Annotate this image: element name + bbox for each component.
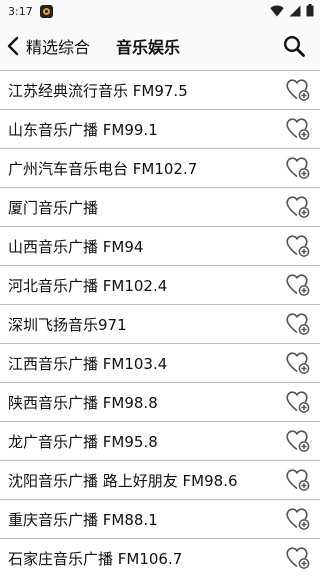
station-item[interactable]: 河北音乐广播 FM102.4 bbox=[0, 265, 320, 304]
back-label: 精选综合 bbox=[26, 38, 91, 57]
signal-icon bbox=[289, 5, 301, 16]
battery-icon bbox=[306, 4, 314, 17]
station-name: 河北音乐广播 FM102.4 bbox=[8, 276, 168, 295]
station-item[interactable]: 沈阳音乐广播 路上好朋友 FM98.6 bbox=[0, 460, 320, 499]
heart-plus-icon[interactable] bbox=[285, 272, 311, 298]
station-item[interactable]: 江苏经典流行音乐 FM97.5 bbox=[0, 70, 320, 109]
heart-plus-icon[interactable] bbox=[285, 428, 311, 454]
station-item[interactable]: 山东音乐广播 FM99.1 bbox=[0, 109, 320, 148]
station-name: 石家庄音乐广播 FM106.7 bbox=[8, 549, 183, 568]
station-name: 厦门音乐广播 bbox=[8, 198, 99, 217]
station-item[interactable]: 厦门音乐广播 bbox=[0, 187, 320, 226]
heart-plus-icon[interactable] bbox=[285, 194, 311, 220]
status-time: 3:17 bbox=[8, 4, 33, 18]
app-notification-icon bbox=[39, 4, 53, 18]
heart-plus-icon[interactable] bbox=[285, 77, 311, 103]
heart-plus-icon[interactable] bbox=[285, 506, 311, 532]
chevron-left-icon bbox=[7, 36, 19, 56]
status-icons bbox=[270, 4, 314, 17]
station-item[interactable]: 重庆音乐广播 FM88.1 bbox=[0, 499, 320, 538]
station-name: 龙广音乐广播 FM95.8 bbox=[8, 432, 158, 451]
station-name: 山西音乐广播 FM94 bbox=[8, 237, 144, 256]
heart-plus-icon[interactable] bbox=[285, 545, 311, 571]
station-name: 深圳飞扬音乐971 bbox=[8, 315, 127, 334]
station-item[interactable]: 江西音乐广播 FM103.4 bbox=[0, 343, 320, 382]
heart-plus-icon[interactable] bbox=[285, 233, 311, 259]
station-name: 江苏经典流行音乐 FM97.5 bbox=[8, 81, 188, 100]
station-name: 陕西音乐广播 FM98.8 bbox=[8, 393, 158, 412]
status-bar: 3:17 bbox=[0, 0, 320, 22]
heart-plus-icon[interactable] bbox=[285, 467, 311, 493]
station-item[interactable]: 广州汽车音乐电台 FM102.7 bbox=[0, 148, 320, 187]
heart-plus-icon[interactable] bbox=[285, 311, 311, 337]
page-title: 音乐娱乐 bbox=[116, 38, 181, 57]
heart-plus-icon[interactable] bbox=[285, 116, 311, 142]
station-item[interactable]: 深圳飞扬音乐971 bbox=[0, 304, 320, 343]
title-bar: 精选综合 音乐娱乐 bbox=[0, 22, 320, 70]
heart-plus-icon[interactable] bbox=[285, 389, 311, 415]
station-list: 江苏经典流行音乐 FM97.5 山东音乐广播 FM99.1 广州汽车音乐电台 FM1… bbox=[0, 70, 320, 577]
search-icon[interactable] bbox=[282, 34, 306, 58]
station-item[interactable]: 陕西音乐广播 FM98.8 bbox=[0, 382, 320, 421]
heart-plus-icon[interactable] bbox=[285, 350, 311, 376]
station-item[interactable]: 石家庄音乐广播 FM106.7 bbox=[0, 538, 320, 577]
station-name: 沈阳音乐广播 路上好朋友 FM98.6 bbox=[8, 471, 238, 490]
station-item[interactable]: 龙广音乐广播 FM95.8 bbox=[0, 421, 320, 460]
station-item[interactable]: 山西音乐广播 FM94 bbox=[0, 226, 320, 265]
station-name: 江西音乐广播 FM103.4 bbox=[8, 354, 168, 373]
heart-plus-icon[interactable] bbox=[285, 155, 311, 181]
back-button[interactable]: 精选综合 bbox=[0, 22, 90, 70]
station-name: 重庆音乐广播 FM88.1 bbox=[8, 510, 158, 529]
wifi-icon bbox=[270, 5, 284, 16]
station-name: 山东音乐广播 FM99.1 bbox=[8, 120, 158, 139]
station-name: 广州汽车音乐电台 FM102.7 bbox=[8, 159, 198, 178]
